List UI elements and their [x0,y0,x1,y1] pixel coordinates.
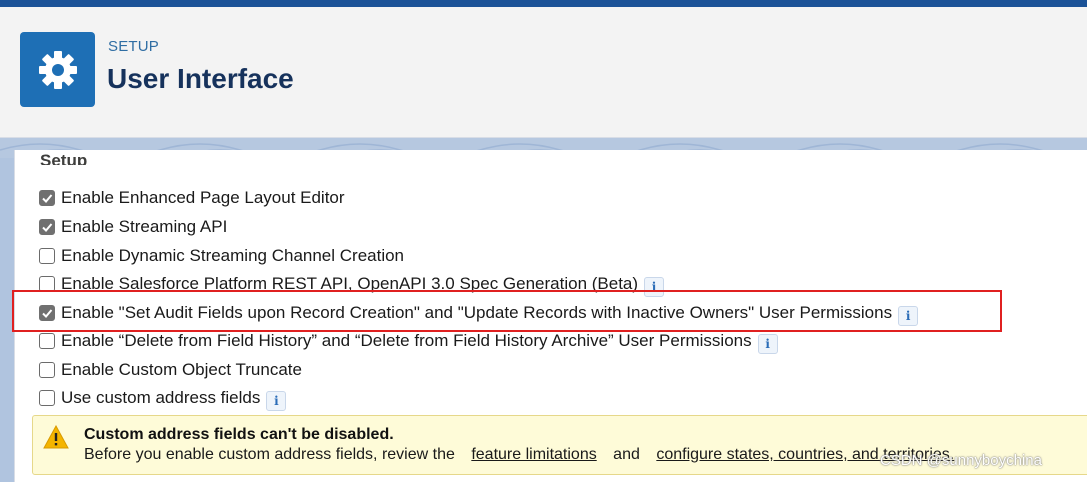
page-header: SETUP User Interface [0,7,1087,138]
warning-text: Before you enable custom address fields,… [84,446,455,463]
top-brand-strip [0,0,1087,7]
warning-title: Custom address fields can't be disabled. [84,426,394,443]
checkbox-unchecked[interactable] [39,390,55,406]
checkbox-checked[interactable] [39,190,55,206]
option-label: Enable Enhanced Page Layout Editor [61,188,345,207]
breadcrumb: SETUP [108,38,160,55]
option-streaming-api[interactable]: Enable Streaming API [39,215,227,239]
option-enhanced-page-layout-editor[interactable]: Enable Enhanced Page Layout Editor [39,186,345,210]
checkmark-icon [42,194,53,203]
option-custom-address-fields[interactable]: Use custom address fields i [39,386,287,411]
option-label: Enable “Delete from Field History” and “… [61,331,752,350]
checkmark-icon [42,223,53,232]
watermark-text: CSDN @sunnyboychina [880,452,1042,469]
option-custom-object-truncate[interactable]: Enable Custom Object Truncate [39,358,302,382]
checkbox-unchecked[interactable] [39,362,55,378]
warning-body: Before you enable custom address fields,… [84,446,966,464]
option-label: Enable Streaming API [61,217,228,236]
warning-icon [43,425,69,449]
checkbox-unchecked[interactable] [39,333,55,349]
checkbox-unchecked[interactable] [39,248,55,264]
feature-limitations-link[interactable]: feature limitations [471,446,596,463]
section-title: Setup [40,151,88,165]
option-label: Use custom address fields [61,388,261,407]
warning-conjunction: and [613,446,640,463]
option-label: Enable Dynamic Streaming Channel Creatio… [61,246,405,265]
option-delete-field-history[interactable]: Enable “Delete from Field History” and “… [39,329,778,354]
checkbox-checked[interactable] [39,219,55,235]
info-icon[interactable]: i [757,334,778,354]
info-icon[interactable]: i [266,391,287,411]
highlight-box [12,290,1002,332]
option-dynamic-streaming-channel[interactable]: Enable Dynamic Streaming Channel Creatio… [39,244,404,268]
gear-icon [20,32,95,107]
page-title: User Interface [107,63,294,94]
option-label: Enable Custom Object Truncate [61,360,302,379]
